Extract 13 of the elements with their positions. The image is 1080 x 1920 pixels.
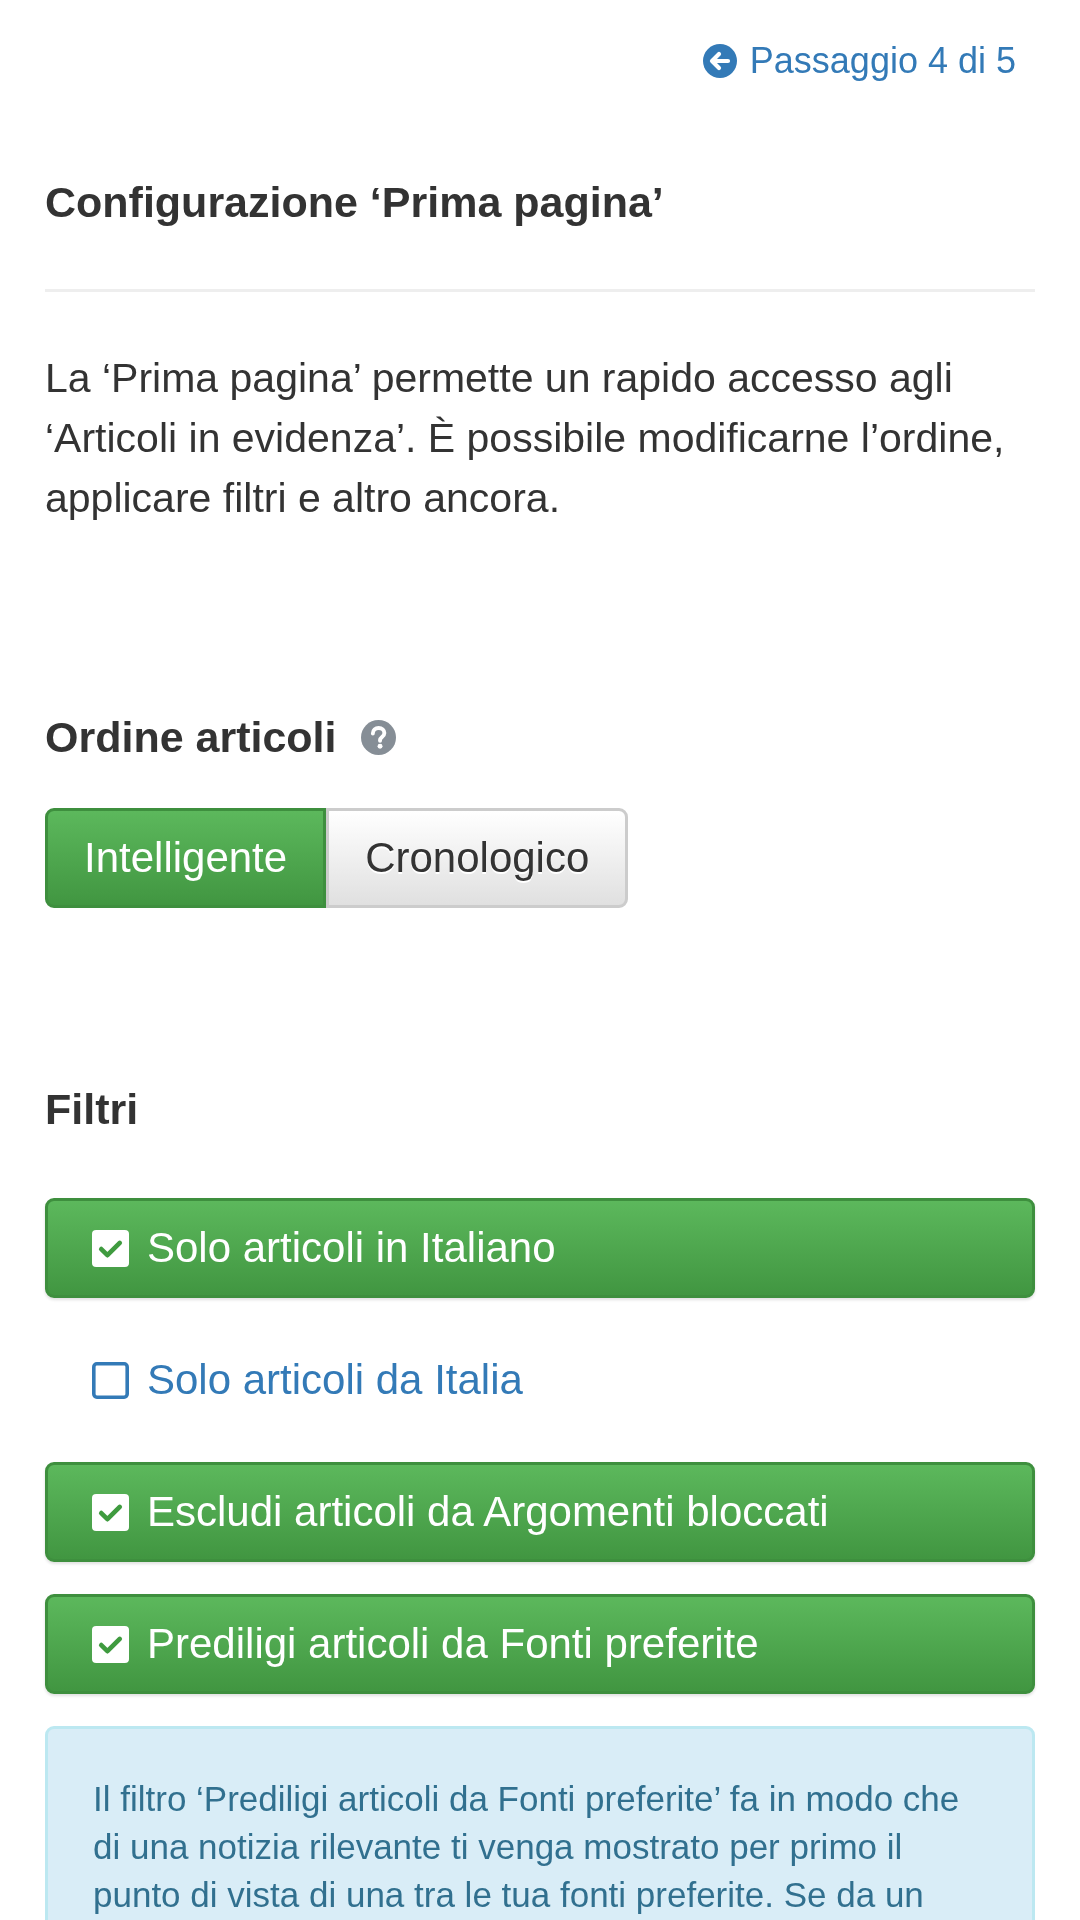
help-icon[interactable] bbox=[360, 719, 396, 755]
intro-text: La ‘Prima pagina’ permette un rapido accesso agli ‘Articoli in evidenza’. È possibile modificarne l’ordine, applicare filtri e altro ancora. bbox=[45, 354, 1006, 523]
section-heading: Ordine articoli bbox=[45, 712, 337, 762]
filter-toggle[interactable]: Solo articoli da Italia bbox=[45, 1330, 1035, 1430]
filter-toggle[interactable]: Prediligi articoli da Fonti preferite bbox=[45, 1594, 1035, 1694]
section-heading: Filtri bbox=[45, 1084, 139, 1134]
sort-option-button[interactable]: Cronologico bbox=[326, 808, 629, 908]
filter-toggle[interactable]: Solo articoli in Italiano bbox=[45, 1198, 1035, 1298]
step-link[interactable]: Passaggio 4 di 5 bbox=[702, 40, 1016, 82]
sort-option-button[interactable]: Intelligente bbox=[45, 808, 327, 908]
info-text: Il filtro ‘Prediligi articoli da Fonti preferite’ fa in modo che di una notizia rilevante ti venga mostrato per primo il punto di vista di una tra le tua fonti preferite. Se da un bbox=[93, 1778, 961, 1916]
filter-toggle[interactable]: Escludi articoli da Argomenti bloccati bbox=[45, 1462, 1035, 1562]
page-title: Configurazione ‘Prima pagina’ bbox=[45, 177, 665, 227]
